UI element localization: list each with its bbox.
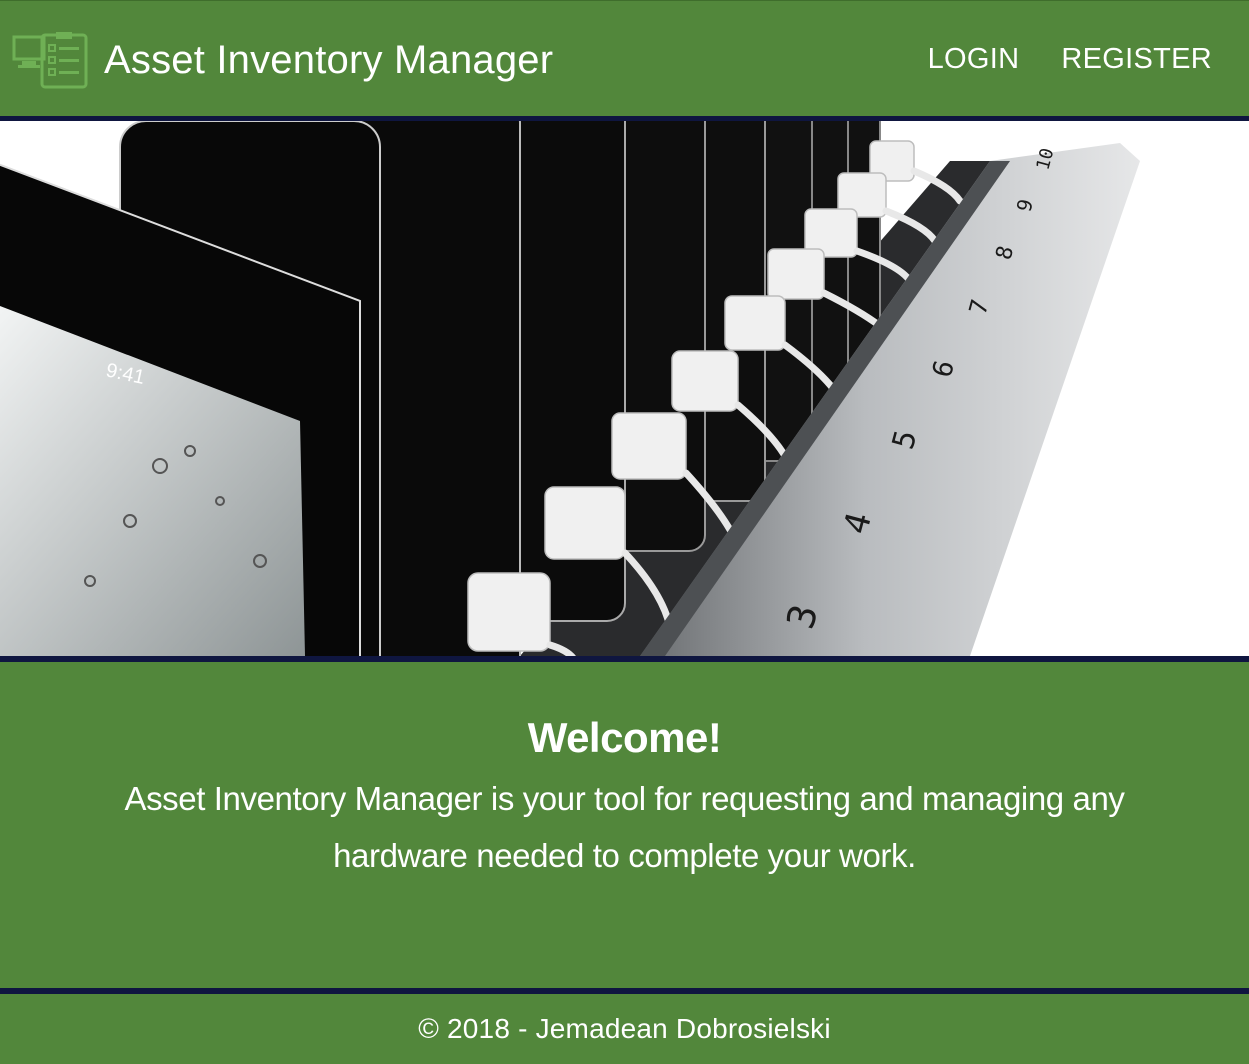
navbar: Asset Inventory Manager LOGIN REGISTER [0, 0, 1249, 116]
inventory-checklist-icon [12, 32, 88, 89]
register-link[interactable]: REGISTER [1061, 43, 1212, 76]
welcome-heading: Welcome! [527, 714, 722, 761]
app-title: Asset Inventory Manager [104, 37, 554, 82]
nav-links: LOGIN REGISTER [928, 43, 1212, 76]
footer: © 2018 - Jemadean Dobrosielski [0, 988, 1249, 1061]
brand[interactable]: Asset Inventory Manager [12, 31, 553, 89]
copyright-text: © 2018 - Jemadean Dobrosielski [418, 1013, 831, 1044]
welcome-description: Asset Inventory Manager is your tool for… [124, 780, 1125, 874]
login-link[interactable]: LOGIN [928, 43, 1020, 76]
welcome-section: Welcome! Asset Inventory Manager is your… [0, 662, 1249, 988]
tablets-charging-station-photo: 9:41 10 9 8 7 6 5 4 3 [0, 121, 1249, 656]
hero-banner: 9:41 10 9 8 7 6 5 4 3 [0, 116, 1249, 662]
